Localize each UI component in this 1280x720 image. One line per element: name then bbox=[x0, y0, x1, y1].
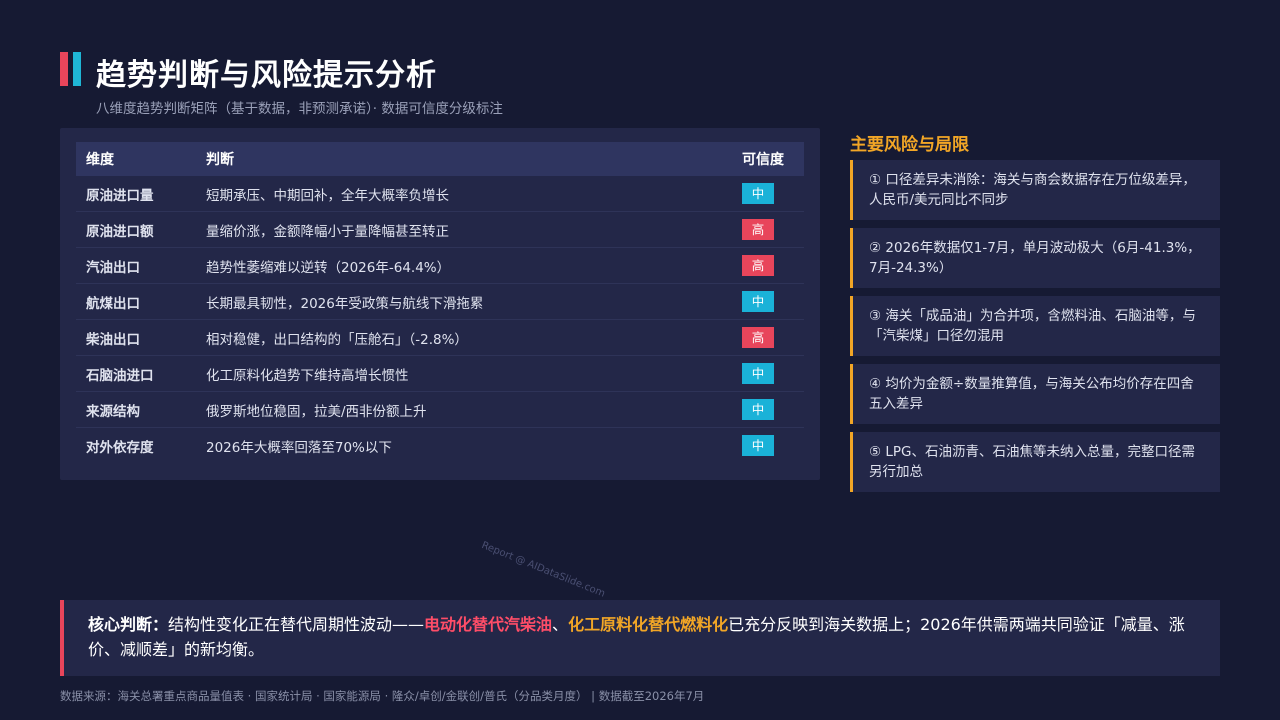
confidence-badge: 高 bbox=[742, 255, 774, 276]
page-title: 趋势判断与风险提示分析 bbox=[96, 58, 437, 93]
watermark-text: Report @ AIDataSlide.com bbox=[479, 540, 607, 600]
confidence-badge: 中 bbox=[742, 435, 774, 456]
page-subtitle: 八维度趋势判断矩阵（基于数据，非预测承诺）· 数据可信度分级标注 bbox=[96, 101, 503, 117]
confidence-badge: 中 bbox=[742, 363, 774, 384]
core-separator: 、 bbox=[552, 615, 569, 634]
core-judgment-text-1: 结构性变化正在替代周期性波动—— bbox=[168, 615, 425, 634]
title-accent-bars bbox=[60, 52, 81, 86]
table-row: 原油进口量 短期承压、中期回补，全年大概率负增长 中 bbox=[76, 176, 804, 212]
data-source-footnote: 数据来源：海关总署重点商品量值表 · 国家统计局 · 国家能源局 · 隆众/卓创… bbox=[60, 689, 705, 703]
table-row: 柴油出口 相对稳健，出口结构的「压舱石」（-2.8%） 高 bbox=[76, 319, 804, 356]
confidence-badge: 高 bbox=[742, 327, 774, 348]
table-row: 石脑油进口 化工原料化趋势下维持高增长惯性 中 bbox=[76, 355, 804, 392]
accent-bar-red bbox=[60, 52, 68, 86]
risk-item-text: ④ 均价为金额÷数量推算值，与海关公布均价存在四舍五入差异 bbox=[869, 376, 1194, 412]
table-header-row: 维度 判断 可信度 bbox=[76, 142, 804, 176]
row-judgment: 量缩价涨，金额降幅小于量降幅甚至转正 bbox=[196, 211, 732, 248]
risk-item: ⑤ LPG、石油沥青、石油焦等未纳入总量，完整口径需另行加总 bbox=[850, 432, 1220, 492]
accent-bar-cyan bbox=[73, 52, 81, 86]
column-header-confidence: 可信度 bbox=[732, 142, 804, 176]
risk-list: ① 口径差异未消除：海关与商会数据存在万位级差异，人民币/美元同比不同步 ② 2… bbox=[850, 160, 1220, 500]
core-highlight-electrification: 电动化替代汽柴油 bbox=[424, 615, 553, 634]
column-header-dimension: 维度 bbox=[76, 142, 196, 176]
row-judgment: 短期承压、中期回补，全年大概率负增长 bbox=[196, 176, 732, 212]
row-judgment: 2026年大概率回落至70%以下 bbox=[206, 439, 392, 456]
risk-item: ④ 均价为金额÷数量推算值，与海关公布均价存在四舍五入差异 bbox=[850, 364, 1220, 424]
table-row: 原油进口额 量缩价涨，金额降幅小于量降幅甚至转正 高 bbox=[76, 211, 804, 248]
row-judgment: 俄罗斯地位稳固，拉美/西非份额上升 bbox=[196, 391, 732, 428]
row-dimension: 来源结构 bbox=[76, 391, 196, 428]
risk-item: ② 2026年数据仅1-7月，单月波动极大（6月-41.3%，7月-24.3%） bbox=[850, 228, 1220, 288]
row-dimension: 柴油出口 bbox=[76, 319, 196, 356]
confidence-badge: 中 bbox=[742, 291, 774, 312]
row-dimension: 原油进口量 bbox=[76, 176, 196, 212]
confidence-badge: 高 bbox=[742, 219, 774, 240]
confidence-badge: 中 bbox=[742, 183, 774, 204]
row-judgment: 趋势性萎缩难以逆转（2026年-64.4%） bbox=[196, 247, 732, 284]
risks-section-title: 主要风险与局限 bbox=[850, 135, 969, 155]
row-dimension: 石脑油进口 bbox=[76, 355, 196, 392]
row-dimension: 汽油出口 bbox=[76, 247, 196, 284]
row-dimension: 航煤出口 bbox=[76, 283, 196, 320]
row-judgment: 化工原料化趋势下维持高增长惯性 bbox=[196, 355, 732, 392]
risk-item-text: ③ 海关「成品油」为合并项，含燃料油、石脑油等，与「汽柴煤」口径勿混用 bbox=[869, 308, 1196, 344]
confidence-badge: 中 bbox=[742, 399, 774, 420]
core-judgment-card: 核心判断：结构性变化正在替代周期性波动——电动化替代汽柴油、化工原料化替代燃料化… bbox=[60, 600, 1220, 676]
table-row: 汽油出口 趋势性萎缩难以逆转（2026年-64.4%） 高 bbox=[76, 247, 804, 284]
row-dimension: 对外依存度 bbox=[86, 439, 154, 456]
judgment-matrix-table: 维度 判断 可信度 原油进口量 短期承压、中期回补，全年大概率负增长 中 原油进… bbox=[76, 142, 804, 463]
table-row: 对外依存度 2026年大概率回落至70%以下 中 bbox=[76, 428, 804, 464]
row-judgment: 相对稳健，出口结构的「压舱石」（-2.8%） bbox=[196, 319, 732, 356]
column-header-judgment: 判断 bbox=[196, 142, 732, 176]
core-highlight-chemical-feedstock: 化工原料化替代燃料化 bbox=[568, 615, 729, 634]
risk-item-text: ① 口径差异未消除：海关与商会数据存在万位级差异，人民币/美元同比不同步 bbox=[869, 172, 1196, 208]
risk-item: ③ 海关「成品油」为合并项，含燃料油、石脑油等，与「汽柴煤」口径勿混用 bbox=[850, 296, 1220, 356]
judgment-matrix-card: 维度 判断 可信度 原油进口量 短期承压、中期回补，全年大概率负增长 中 原油进… bbox=[60, 128, 820, 480]
risk-item: ① 口径差异未消除：海关与商会数据存在万位级差异，人民币/美元同比不同步 bbox=[850, 160, 1220, 220]
risk-item-text: ② 2026年数据仅1-7月，单月波动极大（6月-41.3%，7月-24.3%） bbox=[869, 240, 1201, 276]
core-judgment-lead: 核心判断： bbox=[88, 615, 169, 634]
table-row: 航煤出口 长期最具韧性，2026年受政策与航线下滑拖累 中 bbox=[76, 283, 804, 320]
table-row: 来源结构 俄罗斯地位稳固，拉美/西非份额上升 中 bbox=[76, 391, 804, 428]
risk-item-text: ⑤ LPG、石油沥青、石油焦等未纳入总量，完整口径需另行加总 bbox=[869, 444, 1196, 480]
row-dimension: 原油进口额 bbox=[76, 211, 196, 248]
row-judgment: 长期最具韧性，2026年受政策与航线下滑拖累 bbox=[196, 283, 732, 320]
